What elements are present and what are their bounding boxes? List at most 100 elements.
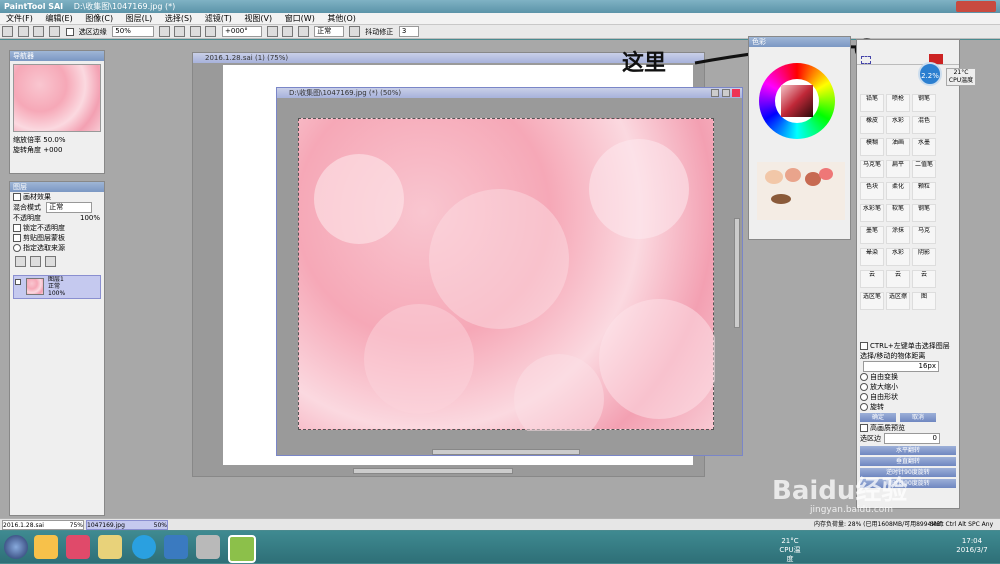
hq-preview-label[interactable]: 高画质预览 (870, 424, 905, 432)
texture-effect-label[interactable]: 画材效果 (23, 193, 51, 201)
menu-filter[interactable]: 滤镜(T) (205, 14, 232, 23)
ok-button[interactable]: 确定 (860, 413, 896, 422)
brush-eraser[interactable]: 橡皮 (860, 116, 884, 134)
rotate-right-icon[interactable] (282, 26, 294, 37)
stabilizer-icon[interactable] (348, 26, 360, 37)
navigator-thumbnail[interactable] (13, 64, 101, 132)
cancel-button[interactable]: 取消 (900, 413, 936, 422)
taskbar-app-2-icon[interactable] (66, 535, 90, 559)
zoom-reset-icon[interactable] (189, 26, 201, 37)
nav-rotate-value[interactable]: +000 (43, 146, 62, 154)
redo-icon[interactable] (17, 26, 29, 37)
background-doc-scrollbar[interactable] (353, 468, 513, 474)
menu-select[interactable]: 选择(S) (165, 14, 192, 23)
flip-horizontal-button[interactable]: 水平翻转 (860, 446, 956, 455)
brush-blur[interactable]: 模糊 (860, 138, 884, 156)
brush-soft[interactable]: 软笔 (886, 204, 910, 222)
menu-image[interactable]: 图像(C) (85, 14, 113, 23)
free-transform-option[interactable]: 自由变换 (870, 373, 898, 381)
selection-edge-checkbox[interactable] (66, 27, 75, 36)
eye-icon[interactable] (15, 279, 21, 285)
antialias-field[interactable]: 0 (884, 433, 940, 444)
taskbar-app-figure-icon[interactable] (196, 535, 220, 559)
brush-select-pen[interactable]: 选区笔 (860, 292, 884, 310)
mixer-palette[interactable] (757, 162, 845, 220)
menu-window[interactable]: 窗口(W) (285, 14, 315, 23)
brush-blend[interactable]: 混色 (912, 116, 936, 134)
brush-shadow[interactable]: 阴影 (912, 248, 936, 266)
delete-layer-icon[interactable] (45, 256, 57, 267)
brush-smudge[interactable]: 涂抹 (886, 226, 910, 244)
window-controls[interactable] (956, 1, 996, 12)
brush-cloud-3[interactable]: 云 (912, 270, 936, 288)
doc-tab-2[interactable]: 1047169.jpg 50% (86, 520, 168, 530)
free-shape-option[interactable]: 自由形状 (870, 393, 898, 401)
deselect-icon[interactable] (33, 26, 45, 37)
color-square[interactable] (781, 85, 813, 117)
brush-cloud-2[interactable]: 云 (886, 270, 910, 288)
rotate-left-icon[interactable] (266, 26, 278, 37)
blend-mode-select[interactable]: 正常 (314, 26, 345, 37)
brush-airbrush[interactable]: 喷枪 (886, 94, 910, 112)
rotate-reset-icon[interactable] (297, 26, 309, 37)
nav-zoom-value[interactable]: 50.0% (43, 136, 65, 144)
layer-row[interactable]: 图层1 正常 100% (13, 275, 101, 299)
taskbar-sai-icon[interactable] (228, 535, 256, 563)
menu-other[interactable]: 其他(O) (327, 14, 356, 23)
brush-ink[interactable]: 水墨 (912, 138, 936, 156)
zoom-out-icon[interactable] (158, 26, 170, 37)
brush-pen-2[interactable]: 钢笔 (912, 204, 936, 222)
brush-cloud-1[interactable]: 云 (860, 270, 884, 288)
brush-bleed[interactable]: 晕染 (860, 248, 884, 266)
brush-binary[interactable]: 二值笔 (912, 160, 936, 178)
new-layer-icon[interactable] (15, 256, 26, 267)
taskbar-app-bird-icon[interactable] (164, 535, 188, 559)
menu-view[interactable]: 视图(V) (244, 14, 272, 23)
clipping-mask-option[interactable]: 剪贴图层蒙板 (23, 234, 65, 242)
lock-opacity-option[interactable]: 锁定不透明度 (23, 224, 65, 232)
brush-grain[interactable]: 颗粒 (912, 182, 936, 200)
undo-icon[interactable] (2, 26, 13, 37)
cpu-widget-gauge[interactable]: 2.2% (918, 62, 942, 86)
invert-selection-icon[interactable] (48, 26, 60, 37)
doc-tab-1[interactable]: 2016.1.28.sai 75% (2, 520, 84, 530)
maximize-icon[interactable] (722, 89, 730, 97)
brush-watercolor-2[interactable]: 水彩笔 (860, 204, 884, 222)
distance-field[interactable]: 16px (863, 361, 939, 372)
rotate-option[interactable]: 旋转 (870, 403, 884, 411)
menu-layer[interactable]: 图层(L) (126, 14, 153, 23)
zoom-fit-icon[interactable] (205, 26, 217, 37)
brush-marker-2[interactable]: 马克 (912, 226, 936, 244)
menu-edit[interactable]: 编辑(E) (45, 14, 72, 23)
selection-source-option[interactable]: 指定选取来源 (23, 244, 65, 252)
brush-flat[interactable]: 扁平 (886, 160, 910, 178)
brush-select-eraser[interactable]: 选区擦 (886, 292, 910, 310)
color-wheel[interactable] (759, 63, 835, 139)
opacity-value[interactable]: 100% (80, 213, 100, 223)
taskbar-app-k-icon[interactable] (132, 535, 156, 559)
brush-ink-2[interactable]: 墨笔 (860, 226, 884, 244)
brush-marker[interactable]: 马克笔 (860, 160, 884, 178)
brush-soften[interactable]: 柔化 (886, 182, 910, 200)
brush-watercolor-3[interactable]: 水彩 (886, 248, 910, 266)
brush-pen[interactable]: 钢笔 (912, 94, 936, 112)
stabilizer-value[interactable]: 3 (398, 26, 419, 37)
start-button-icon[interactable] (4, 535, 28, 559)
close-icon[interactable] (732, 89, 740, 97)
select-rect-icon[interactable] (861, 56, 871, 64)
main-doc-h-scrollbar[interactable] (432, 449, 580, 455)
blend-mode-field[interactable]: 正常 (46, 202, 93, 213)
brush-extra[interactable]: 图 (912, 292, 936, 310)
tray-clock[interactable]: 17:04 2016/3/7 (952, 537, 992, 555)
sakura-canvas[interactable] (298, 118, 715, 431)
menu-file[interactable]: 文件(F) (6, 14, 33, 23)
main-document-window[interactable]: D:\收集图\1047169.jpg (*) (50%) (276, 87, 743, 456)
zoom-in-icon[interactable] (174, 26, 186, 37)
rotation-field[interactable]: +000° (222, 26, 263, 37)
taskbar-app-1-icon[interactable] (34, 535, 58, 559)
brush-oil[interactable]: 油画 (886, 138, 910, 156)
zoom-field[interactable]: 50% (112, 26, 155, 37)
brush-pencil[interactable]: 铅笔 (860, 94, 884, 112)
folder-icon[interactable] (98, 535, 122, 559)
new-folder-icon[interactable] (30, 256, 42, 267)
